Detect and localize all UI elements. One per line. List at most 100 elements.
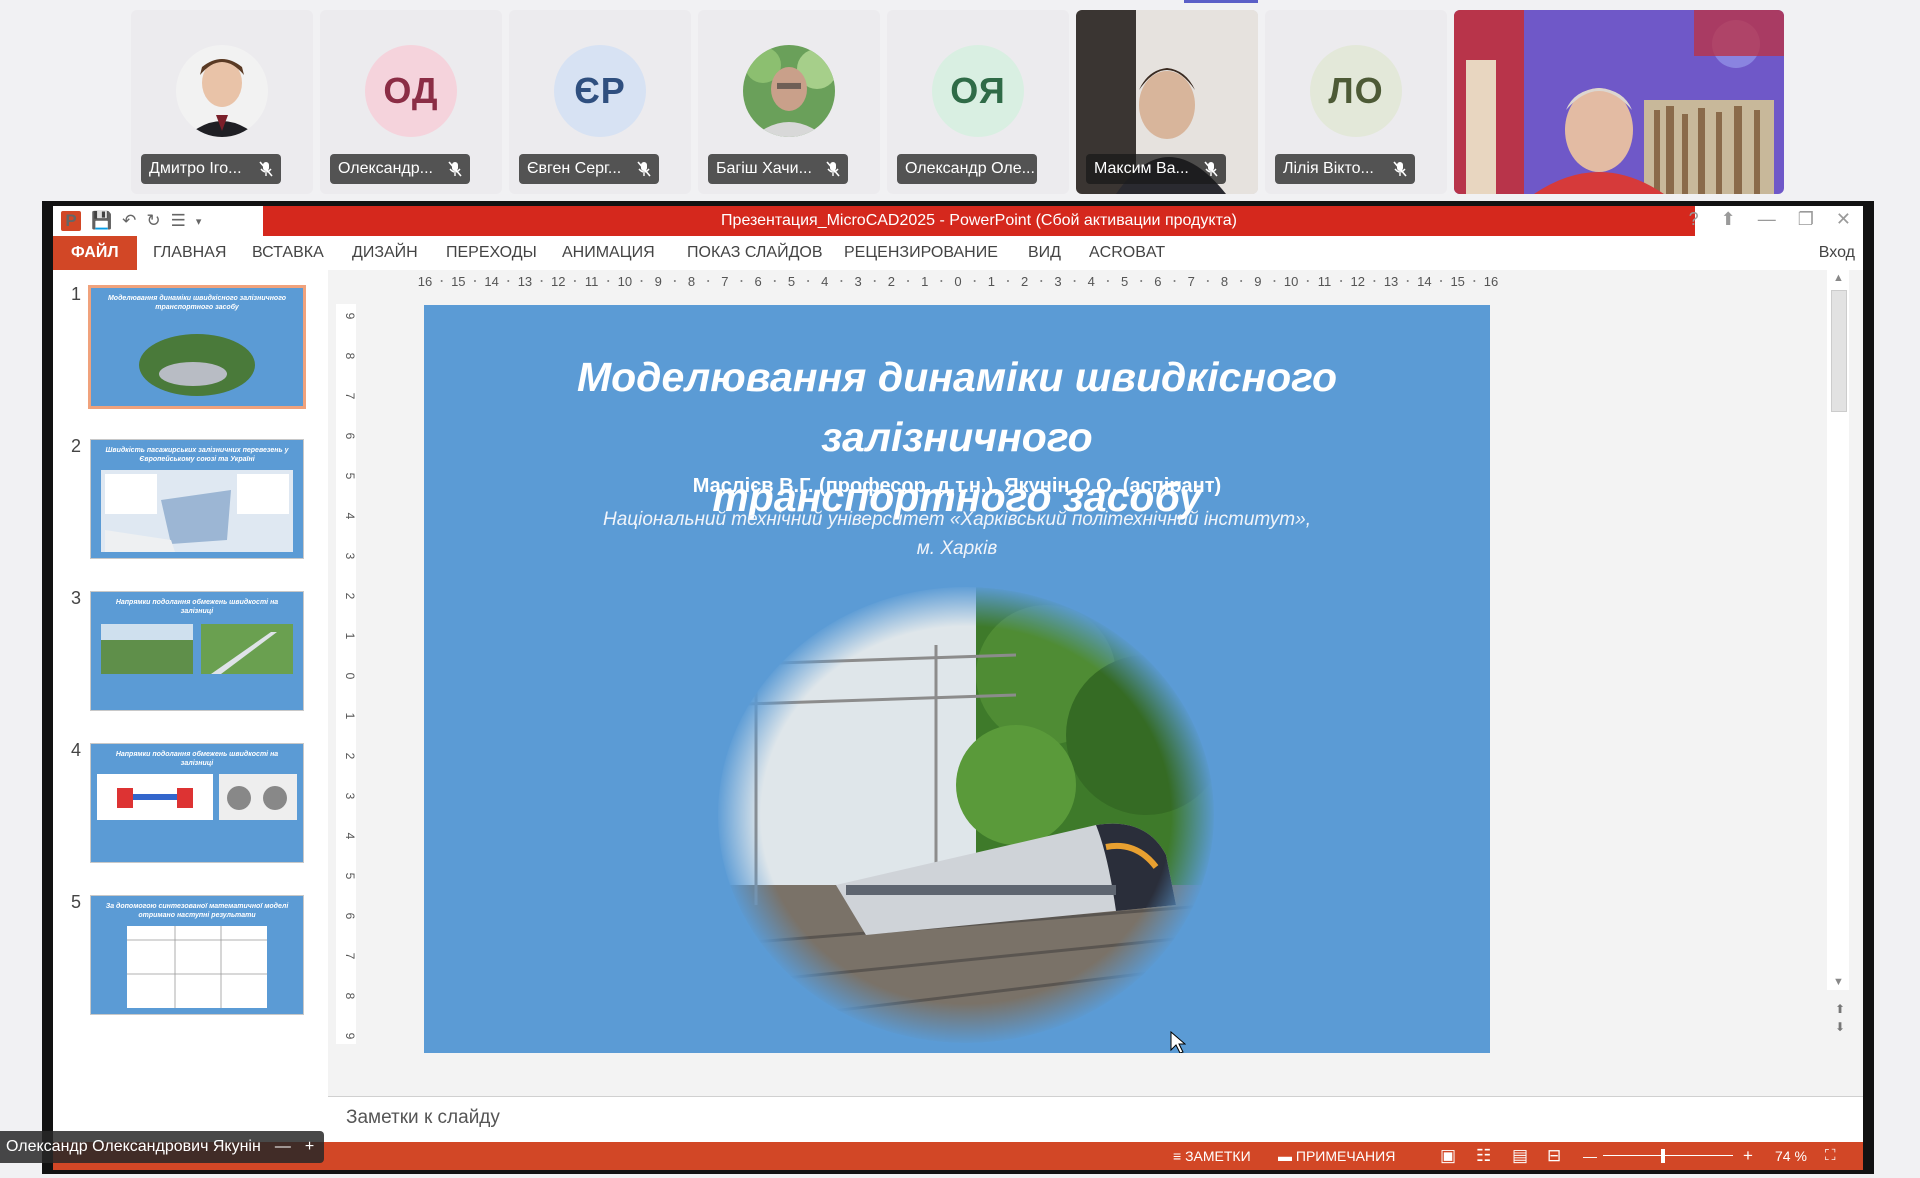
ruler-tick [507,280,510,282]
scroll-up-icon[interactable]: ▲ [1833,272,1844,284]
ruler-tick [473,280,476,282]
add-icon[interactable]: + [305,1131,314,1163]
scroll-thumb[interactable] [1831,290,1847,412]
fit-slide-icon[interactable]: ⛶ [1825,1142,1836,1170]
tab-design[interactable]: ДИЗАЙН [352,236,418,270]
powerpoint-icon[interactable]: P [61,211,81,231]
slide-thumbnail[interactable]: Напрямки подолання обмежень швидкості на… [91,592,303,710]
slide-institution: Національний технічний університет «Харк… [602,509,1311,559]
comments-button[interactable]: ▬ ПРИМЕЧАНИЯ [1278,1142,1395,1170]
zoom-level[interactable]: 74 % [1775,1142,1807,1170]
thumb-number: 2 [71,436,82,456]
ruler-tick-label: 8 [343,353,356,360]
slide-sorter-icon[interactable]: ☷ [1476,1142,1491,1170]
ruler-tick [1040,280,1043,282]
ruler-tick [1140,280,1143,282]
notes-pane[interactable]: Заметки к слайду [328,1096,1863,1143]
avatar: ОД [365,44,457,137]
redo-icon[interactable]: ↻ [146,211,160,231]
participant-tile[interactable]: ЛО Лілія Вікто... [1265,10,1447,194]
tab-insert[interactable]: ВСТАВКА [252,236,324,270]
title-bar: P 💾 ↶ ↻ ☰ ▾ Презентация_MicroCAD2025 - P… [53,206,1863,236]
login-link[interactable]: Вход [1819,236,1855,270]
thumb-number: 3 [71,588,82,608]
close-icon[interactable]: ✕ [1836,209,1851,230]
window-title: Презентация_MicroCAD2025 - PowerPoint (С… [721,212,1237,229]
zoom-out-icon[interactable]: — [1583,1142,1597,1170]
presenter-video[interactable] [1454,10,1784,194]
ruler-tick-label: 6 [343,913,356,920]
ruler-tick-label: 13 [518,274,532,289]
participant-tile[interactable]: Багіш Хачи... [698,10,880,194]
vertical-ruler: 9 8 7 6 5 4 3 2 1 0 1 2 3 4 5 6 7 8 9 [336,304,356,1044]
ruler-tick [1240,280,1243,282]
slideshow-icon[interactable]: ⊟ [1547,1142,1561,1170]
participant-tile[interactable]: ЄР Євген Серг... [509,10,691,194]
help-icon[interactable]: ? [1689,209,1699,230]
ruler-tick-label: 5 [343,873,356,880]
ruler-tick-label: 2 [343,753,356,760]
slide-thumbnail[interactable]: За допомогою синтезованої математичної м… [91,896,303,1014]
tab-view[interactable]: ВИД [1028,236,1061,270]
zoom-in-icon[interactable]: + [1743,1142,1753,1170]
ruler-tick-label: 2 [888,274,895,289]
normal-view-icon[interactable]: ▣ [1440,1142,1456,1170]
ruler-tick [940,280,943,282]
tab-acrobat[interactable]: ACROBAT [1089,236,1165,270]
ribbon-display-icon[interactable]: ⬆ [1721,209,1736,230]
avatar: ЛО [1310,44,1402,137]
prev-next-slide-icon[interactable]: ⬆ ⬇ [1835,1000,1845,1036]
vertical-scrollbar[interactable]: ▲ ▼ [1827,270,1849,990]
zoom-slider[interactable] [1603,1155,1733,1156]
mic-muted-icon [259,161,273,177]
undo-icon[interactable]: ↶ [122,211,136,231]
status-bar: ≡ ЗАМЕТКИ ▬ ПРИМЕЧАНИЯ ▣ ☷ ▤ ⊟ — + 74 % … [53,1142,1863,1170]
avatar: ОЯ [932,44,1024,137]
ruler-tick [873,280,876,282]
minimize-icon[interactable]: — [1758,209,1776,230]
slide-thumbnail[interactable]: Швидкість пасажирських залізничних перев… [91,440,303,558]
tab-transitions[interactable]: ПЕРЕХОДЫ [446,236,537,270]
slide-thumbnail[interactable]: Напрямки подолання обмежень швидкості на… [91,744,303,862]
participant-video-tile[interactable]: Максим Ва... [1076,10,1258,194]
minimize-icon[interactable]: — [275,1131,291,1163]
mic-muted-icon [826,161,840,177]
notes-button[interactable]: ≡ ЗАМЕТКИ [1173,1142,1251,1170]
zoom-slider-thumb[interactable] [1661,1149,1665,1163]
ruler-tick-label: 2 [1021,274,1028,289]
thumb-number: 5 [71,892,82,912]
ruler-tick [1406,280,1409,282]
ruler-tick [1206,280,1209,282]
ruler-tick [1473,280,1476,282]
ruler-tick-label: 8 [1221,274,1228,289]
reading-view-icon[interactable]: ▤ [1512,1142,1528,1170]
tab-home[interactable]: ГЛАВНАЯ [153,236,226,270]
ruler-tick-label: 5 [343,473,356,480]
ruler-tick-label: 10 [618,274,632,289]
powerpoint-window: P 💾 ↶ ↻ ☰ ▾ Презентация_MicroCAD2025 - P… [53,206,1863,1170]
ruler-tick-label: 10 [1284,274,1298,289]
ruler-tick-label: 4 [1088,274,1095,289]
ruler-tick-label: 13 [1384,274,1398,289]
ruler-tick [673,280,676,282]
tab-slideshow[interactable]: ПОКАЗ СЛАЙДОВ [687,236,823,270]
slide-thumbnail[interactable]: Моделювання динаміки швидкісного залізни… [91,288,303,406]
restore-icon[interactable]: ❐ [1798,209,1814,230]
tab-review[interactable]: РЕЦЕНЗИРОВАНИЕ [844,236,998,270]
chevron-down-icon[interactable]: ▾ [196,215,202,228]
participant-tile[interactable]: ОД Олександр... [320,10,502,194]
ruler-tick [1273,280,1276,282]
present-icon[interactable]: ☰ [171,211,186,231]
tab-file[interactable]: ФАЙЛ [53,236,137,270]
ruler-tick [773,280,776,282]
participant-tile[interactable]: ОЯ Олександр Оле... [887,10,1069,194]
scroll-down-icon[interactable]: ▼ [1833,976,1844,988]
ruler-tick [640,280,643,282]
current-slide[interactable]: Моделювання динаміки швидкісного залізни… [424,305,1490,1053]
ruler-tick-label: 12 [551,274,565,289]
tab-animation[interactable]: АНИМАЦИЯ [562,236,655,270]
ruler-tick-label: 5 [1121,274,1128,289]
participant-tile[interactable]: Дмитро Іго... [131,10,313,194]
ruler-tick [740,280,743,282]
save-icon[interactable]: 💾 [91,211,112,231]
